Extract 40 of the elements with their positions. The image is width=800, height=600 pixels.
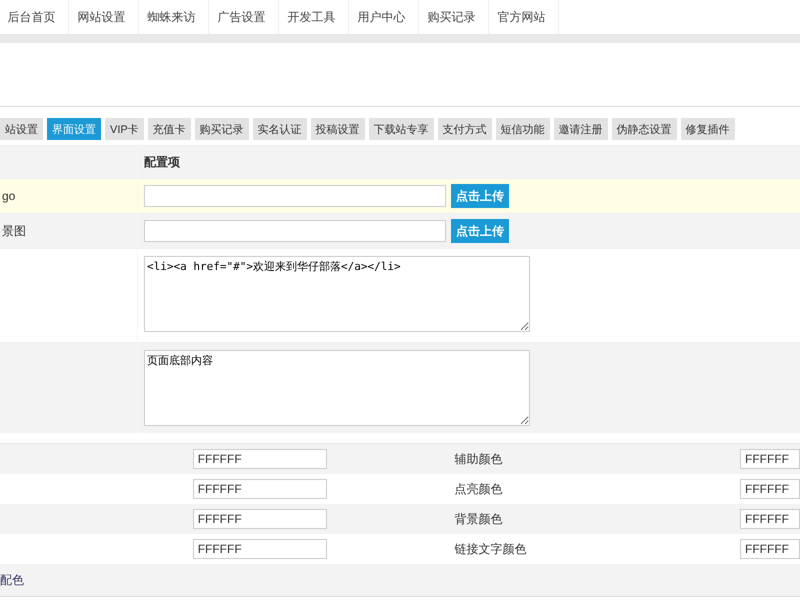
field-label: 辅助颜色 xyxy=(454,452,502,466)
field-label: 点亮颜色 xyxy=(454,482,502,496)
tab[interactable]: 邀请注册 xyxy=(554,118,608,140)
nav-link[interactable]: 后台首页 xyxy=(0,0,69,34)
field-label: 链接文字颜色 xyxy=(454,542,526,556)
tab[interactable]: 站设置 xyxy=(0,118,43,140)
nav-link[interactable]: 开发工具 xyxy=(280,0,349,34)
nav-link[interactable]: 购买记录 xyxy=(420,0,489,34)
tab[interactable]: 充值卡 xyxy=(148,118,191,140)
field-label: 景图 xyxy=(2,222,26,240)
color-input[interactable]: FFFFFF xyxy=(740,479,800,499)
tab[interactable]: 支付方式 xyxy=(438,118,492,140)
color-input[interactable]: FFFFFF xyxy=(740,449,800,469)
tab[interactable]: 短信功能 xyxy=(496,118,550,140)
nav-link[interactable]: 官方网站 xyxy=(490,0,559,34)
nav-link[interactable]: 广告设置 xyxy=(210,0,279,34)
nav-link[interactable]: 网站设置 xyxy=(70,0,139,34)
color-input[interactable]: FFFFFF xyxy=(740,509,800,529)
field-label: go xyxy=(2,189,16,203)
color-input[interactable]: FFFFFF xyxy=(192,539,327,559)
field-label: 背景颜色 xyxy=(454,512,502,526)
input-field[interactable] xyxy=(144,220,446,242)
tab[interactable]: 修复插件 xyxy=(680,118,735,140)
tab[interactable]: 伪静态设置 xyxy=(612,118,677,140)
tab[interactable]: 实名认证 xyxy=(252,118,307,140)
color-input[interactable]: FFFFFF xyxy=(192,479,327,499)
nav-link[interactable]: 用户中心 xyxy=(350,0,419,34)
nav-link[interactable]: 蜘蛛来访 xyxy=(140,0,209,34)
text-area[interactable]: 页面底部内容 xyxy=(144,350,530,426)
tab[interactable]: VIP卡 xyxy=(105,118,144,140)
tab[interactable]: 购买记录 xyxy=(194,118,249,140)
column-header: 配置项 xyxy=(144,154,180,170)
input-field[interactable] xyxy=(144,185,446,207)
color-input[interactable]: FFFFFF xyxy=(740,539,800,559)
color-input[interactable]: FFFFFF xyxy=(192,509,327,529)
link[interactable]: 配色 xyxy=(0,572,24,588)
tab[interactable]: 下载站专享 xyxy=(368,118,434,140)
tab[interactable]: 投稿设置 xyxy=(310,118,365,140)
color-input[interactable]: FFFFFF xyxy=(192,449,327,469)
text-area[interactable]: <li><a href="#">欢迎来到华仔部落</a></li> xyxy=(144,256,530,332)
